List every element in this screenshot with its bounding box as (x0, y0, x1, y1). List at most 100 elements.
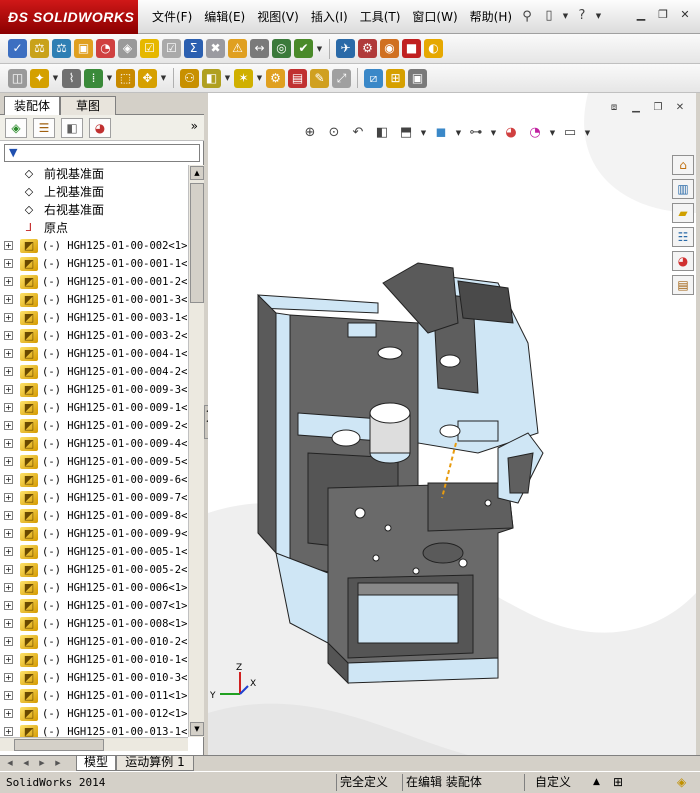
expand-icon[interactable]: + (4, 385, 13, 394)
appearances-icon[interactable]: ◕ (672, 251, 694, 271)
tree-item-part[interactable]: + ◩ (-) HGH125-01-00-009-6<1 (0, 471, 188, 489)
evaluate-dropdown-icon[interactable]: ▼ (316, 45, 323, 53)
tree-item-part[interactable]: + ◩ (-) HGH125-01-00-009-3<1 (0, 381, 188, 399)
scroll-up-icon[interactable]: ▲ (190, 166, 204, 180)
previous-view-icon[interactable]: ↶ (348, 123, 368, 143)
property-manager-icon[interactable]: ☰ (33, 118, 55, 138)
new-part-icon[interactable]: ✦ (30, 68, 49, 88)
tree-item-part[interactable]: + ◩ (-) HGH125-01-00-010-3<1 (0, 669, 188, 687)
expand-icon[interactable]: + (4, 349, 13, 358)
tree-item-part[interactable]: + ◩ (-) HGH125-01-00-012<1> (0, 705, 188, 723)
scroll-down-icon[interactable]: ▼ (190, 722, 204, 736)
expand-icon[interactable]: + (4, 583, 13, 592)
smart-fasteners-icon[interactable]: ⬚ (116, 68, 135, 88)
interference-icon[interactable]: ✖ (206, 39, 225, 58)
prev-tab-icon[interactable]: ◀ (20, 757, 32, 770)
tree-vertical-scrollbar[interactable]: ▲ ▼ (188, 165, 204, 737)
viewport-minimize-icon[interactable]: ▁ (628, 101, 644, 115)
new-part-dropdown-icon[interactable]: ▼ (52, 74, 59, 82)
tree-item-part[interactable]: + ◩ (-) HGH125-01-00-009-4<1 (0, 435, 188, 453)
simulation-icon[interactable]: ✈ (336, 39, 355, 58)
viewport-restore-icon[interactable]: ❐ (650, 101, 666, 115)
tree-item-part[interactable]: + ◩ (-) HGH125-01-00-008<1> (0, 615, 188, 633)
display-style-dropdown-icon[interactable]: ▼ (455, 129, 462, 137)
viewport-split-icon[interactable]: ⧈ (606, 101, 622, 115)
tree-item-origin[interactable]: ⅃ 原点 (0, 219, 188, 237)
menu-help[interactable]: 帮助(H) (464, 6, 518, 28)
tree-item-part[interactable]: + ◩ (-) HGH125-01-00-004-2<1 (0, 363, 188, 381)
tree-item-plane[interactable]: ◇ 前视基准面 (0, 165, 188, 183)
menu-tools[interactable]: 工具(T) (354, 6, 407, 28)
expand-icon[interactable]: + (4, 547, 13, 556)
tree-filter[interactable]: ▼ (4, 144, 200, 162)
tree-item-part[interactable]: + ◩ (-) HGH125-01-00-001-1<1 (0, 255, 188, 273)
help-icon[interactable]: ? (573, 6, 591, 26)
tab-motion-study[interactable]: 运动算例 1 (116, 756, 194, 771)
view-orientation-dropdown-icon[interactable]: ▼ (420, 129, 427, 137)
tree-item-part[interactable]: + ◩ (-) HGH125-01-00-009-9<1 (0, 525, 188, 543)
home-icon[interactable]: ⌂ (672, 155, 694, 175)
linear-pattern-icon[interactable]: ⁞ (84, 68, 103, 88)
assembly-model[interactable] (228, 253, 588, 693)
expand-icon[interactable]: + (4, 601, 13, 610)
assembly-features-icon[interactable]: ◧ (202, 68, 221, 88)
tree-item-part[interactable]: + ◩ (-) HGH125-01-00-013-1<1 (0, 723, 188, 737)
features-dropdown-icon[interactable]: ▼ (224, 74, 231, 82)
exploded-view-icon[interactable]: ✎ (310, 68, 329, 88)
section-view-icon[interactable]: ◧ (372, 123, 392, 143)
tree-item-part[interactable]: + ◩ (-) HGH125-01-00-005-1<1 (0, 543, 188, 561)
tab-assembly[interactable]: 装配体 (4, 96, 60, 115)
configuration-manager-icon[interactable]: ◧ (61, 118, 83, 138)
tab-sketch[interactable]: 草图 (60, 96, 116, 115)
warning-icon[interactable]: ⚠ (228, 39, 247, 58)
help-dropdown-icon[interactable]: ▼ (595, 12, 602, 20)
tree-item-part[interactable]: + ◩ (-) HGH125-01-00-009-1<1 (0, 399, 188, 417)
menu-file[interactable]: 文件(F) (146, 6, 198, 28)
expand-icon[interactable]: + (4, 367, 13, 376)
menu-view[interactable]: 视图(V) (251, 6, 305, 28)
motion-icon[interactable]: ⚙ (358, 39, 377, 58)
horizontal-scroll-thumb[interactable] (14, 739, 104, 751)
insert-components-icon[interactable]: ◫ (8, 68, 27, 88)
move-component-icon[interactable]: ✥ (138, 68, 157, 88)
scroll-thumb[interactable] (190, 183, 204, 303)
view-settings-dropdown-icon[interactable]: ▼ (584, 129, 591, 137)
view-palette-icon[interactable]: ☷ (672, 227, 694, 247)
expand-icon[interactable]: + (4, 331, 13, 340)
expand-icon[interactable]: + (4, 637, 13, 646)
minimize-icon[interactable]: ▁ (632, 6, 650, 24)
expand-icon[interactable]: + (4, 673, 13, 682)
evaluate-icon[interactable]: ✔ (294, 39, 313, 58)
first-tab-icon[interactable]: ◀ (4, 757, 16, 770)
units-dropdown-icon[interactable]: ▲ (590, 774, 600, 791)
hide-show-items-icon[interactable]: ⊶ (466, 123, 486, 143)
tree-item-part[interactable]: + ◩ (-) HGH125-01-00-009-8<1 (0, 507, 188, 525)
menu-edit[interactable]: 编辑(E) (198, 6, 251, 28)
tree-item-part[interactable]: + ◩ (-) HGH125-01-00-006<1> (0, 579, 188, 597)
import-diagnostics-icon[interactable]: ◈ (118, 39, 137, 58)
zoom-to-fit-icon[interactable]: ⊕ (300, 123, 320, 143)
expand-icon[interactable]: + (4, 421, 13, 430)
expand-icon[interactable]: + (4, 655, 13, 664)
appearance-icon[interactable]: ■ (402, 39, 421, 58)
design-library-icon[interactable]: ▥ (672, 179, 694, 199)
mass-properties-icon[interactable]: ⚖ (52, 39, 71, 58)
check-icon[interactable]: ◔ (96, 39, 115, 58)
tree-item-part[interactable]: + ◩ (-) HGH125-01-00-009-2<1 (0, 417, 188, 435)
menu-insert[interactable]: 插入(I) (305, 6, 354, 28)
bill-of-materials-icon[interactable]: ▤ (288, 68, 307, 88)
equations-icon[interactable]: Σ (184, 39, 203, 58)
new-dropdown-icon[interactable]: ▼ (562, 12, 569, 20)
view-orientation-icon[interactable]: ⬒ (396, 123, 416, 143)
reference-dropdown-icon[interactable]: ▼ (256, 74, 263, 82)
next-tab-icon[interactable]: ▶ (36, 757, 48, 770)
expand-icon[interactable]: + (4, 295, 13, 304)
tree-item-part[interactable]: + ◩ (-) HGH125-01-00-001-2<1 (0, 273, 188, 291)
tree-item-part[interactable]: + ◩ (-) HGH125-01-00-002<1> (0, 237, 188, 255)
move-dropdown-icon[interactable]: ▼ (160, 74, 167, 82)
checkbox-icon[interactable]: ☑ (140, 39, 159, 58)
tree-item-part[interactable]: + ◩ (-) HGH125-01-00-003-2<1 (0, 327, 188, 345)
restore-icon[interactable]: ❐ (654, 6, 672, 24)
tree-horizontal-scrollbar[interactable] (0, 737, 188, 751)
expand-icon[interactable]: + (4, 619, 13, 628)
